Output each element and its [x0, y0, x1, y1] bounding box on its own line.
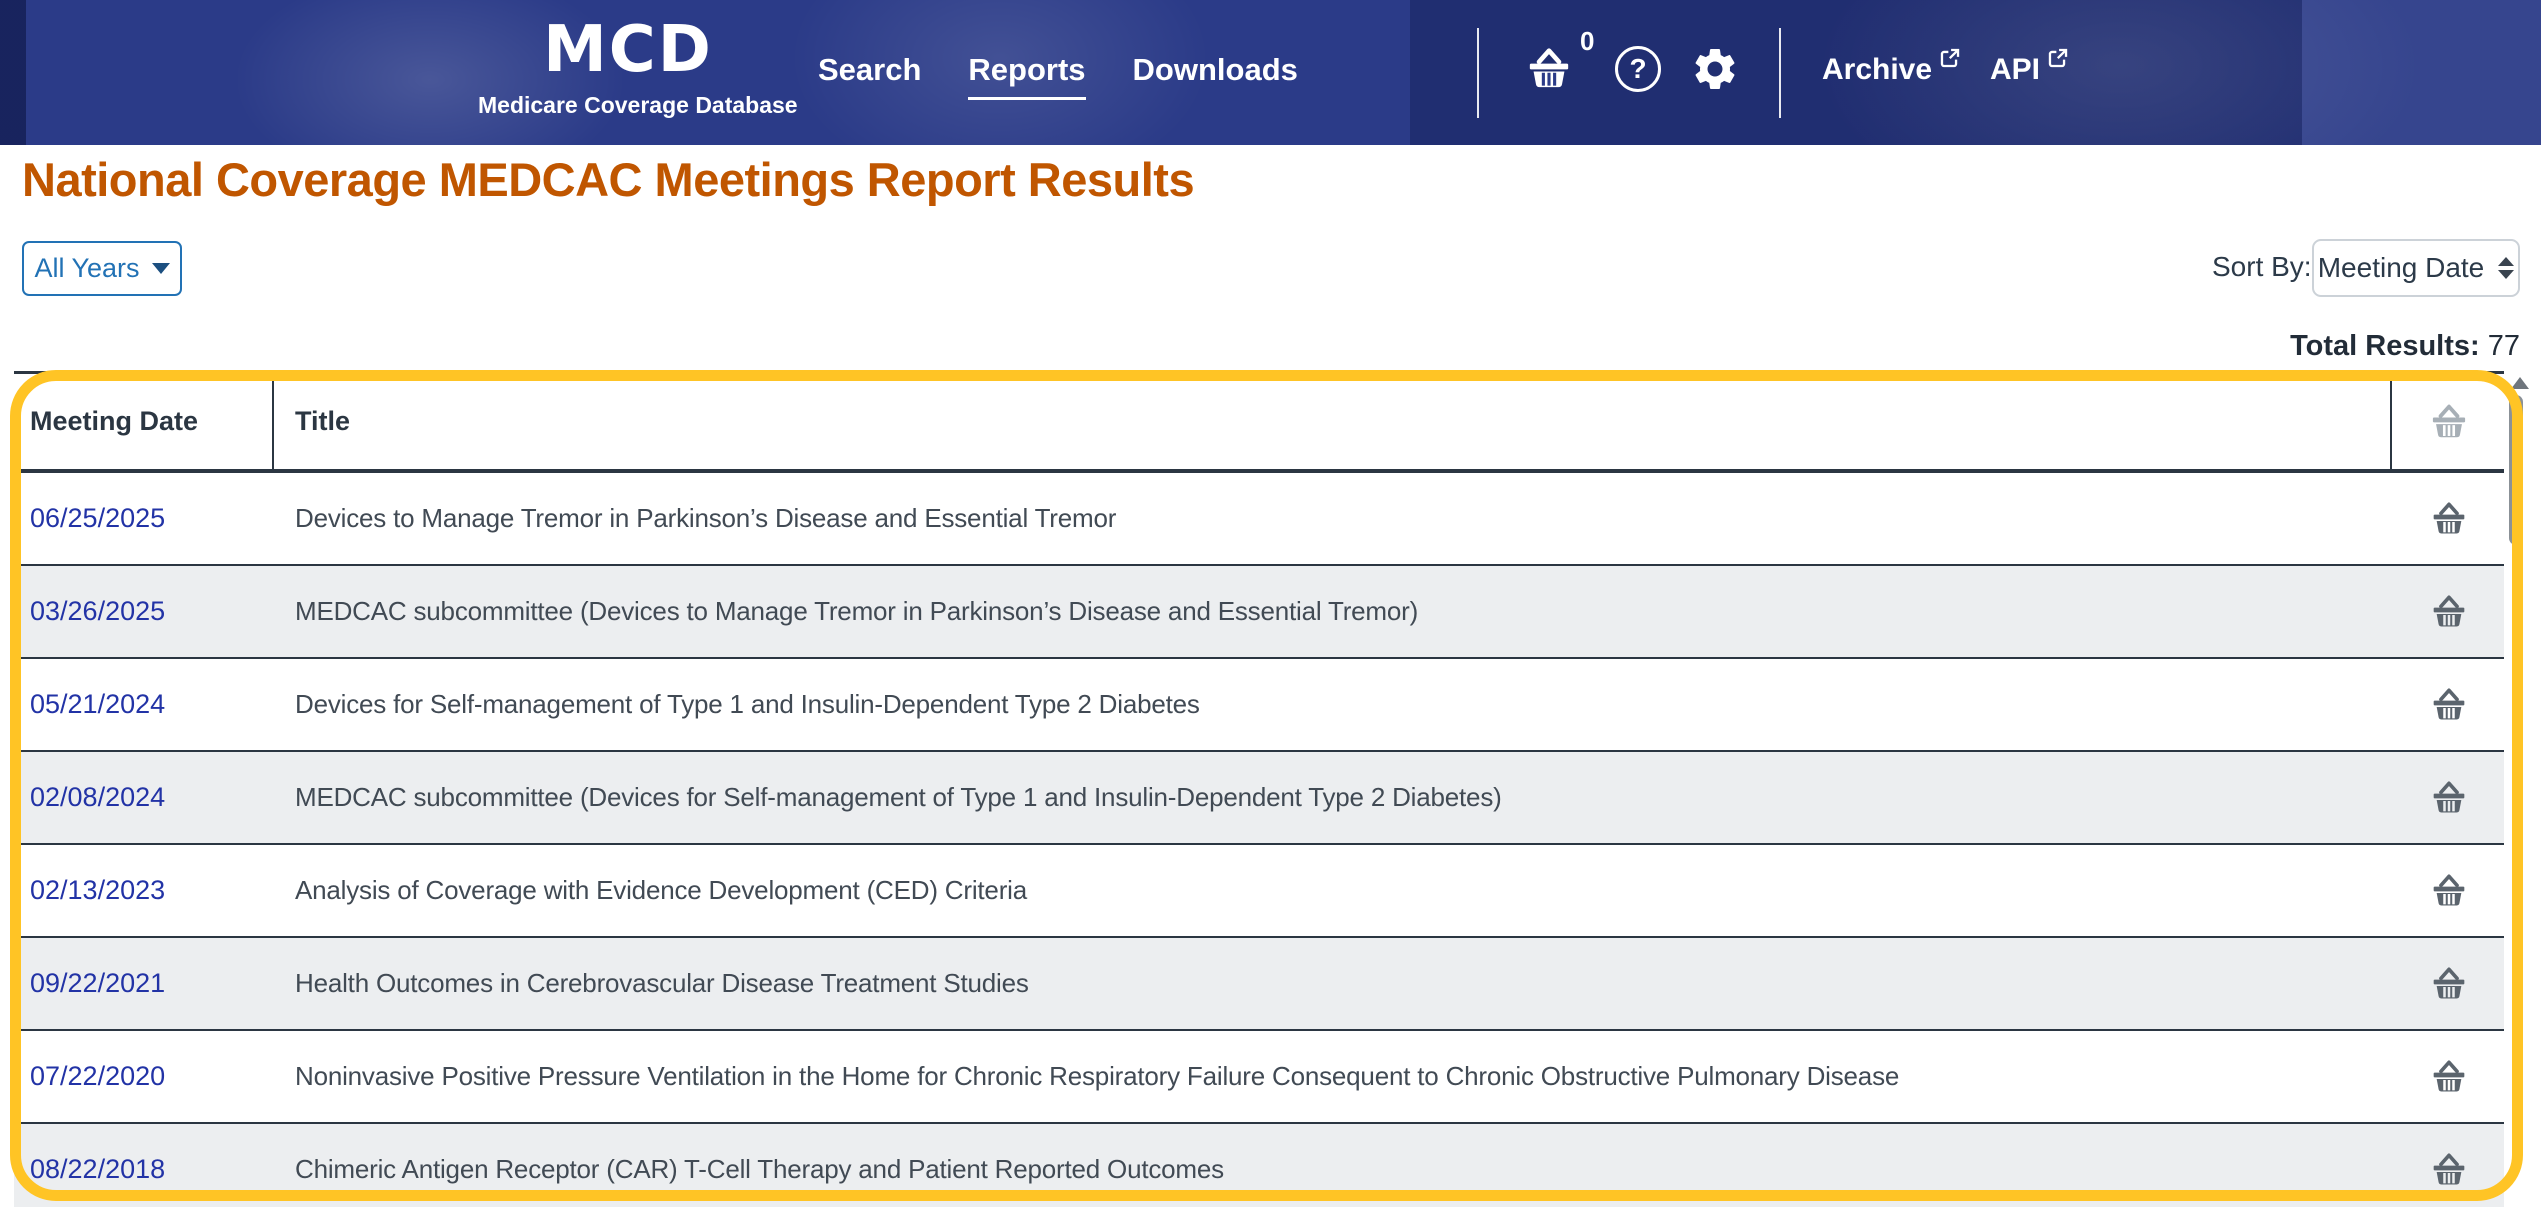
- meeting-date-link[interactable]: 08/22/2018: [30, 1154, 165, 1185]
- title-cell: Health Outcomes in Cerebrovascular Disea…: [274, 938, 2392, 1029]
- top-navbar: MCD Medicare Coverage Database Search Re…: [0, 0, 2541, 145]
- meeting-date-link[interactable]: 09/22/2021: [30, 968, 165, 999]
- sort-by-value: Meeting Date: [2318, 252, 2485, 284]
- column-header-basket[interactable]: [2392, 374, 2505, 469]
- nav-reports[interactable]: Reports: [968, 52, 1085, 100]
- basket-icon: [2429, 964, 2469, 1004]
- table-row: 05/21/2024 Devices for Self-management o…: [14, 659, 2505, 752]
- nav-search[interactable]: Search: [818, 52, 921, 100]
- nav-divider: [1779, 28, 1781, 118]
- meeting-date-link[interactable]: 02/13/2023: [30, 875, 165, 906]
- archive-label: Archive: [1822, 53, 1932, 87]
- basket-icon: [2428, 401, 2470, 443]
- title-cell: MEDCAC subcommittee (Devices for Self-ma…: [274, 752, 2392, 843]
- scroll-up-arrow-icon[interactable]: [2511, 377, 2529, 389]
- basket-icon: [2429, 778, 2469, 818]
- table-header-row: Meeting Date Title: [14, 374, 2505, 473]
- mcd-logo[interactable]: MCD Medicare Coverage Database: [478, 10, 778, 119]
- basket-icon: [2429, 685, 2469, 725]
- meeting-date-cell: 03/26/2025: [14, 566, 274, 657]
- meeting-date-cell: 02/08/2024: [14, 752, 274, 843]
- title-cell: Analysis of Coverage with Evidence Devel…: [274, 845, 2392, 936]
- year-filter-label: All Years: [34, 253, 139, 284]
- help-glyph: ?: [1629, 53, 1646, 85]
- add-to-basket-button[interactable]: [2392, 566, 2505, 657]
- add-to-basket-button[interactable]: [2392, 938, 2505, 1029]
- main-nav: Search Reports Downloads: [818, 52, 1298, 100]
- add-to-basket-button[interactable]: [2392, 845, 2505, 936]
- meeting-date-link[interactable]: 02/08/2024: [30, 782, 165, 813]
- table-row: 03/26/2025 MEDCAC subcommittee (Devices …: [14, 566, 2505, 659]
- meeting-date-cell: 08/22/2018: [14, 1124, 274, 1207]
- year-filter-dropdown[interactable]: All Years: [22, 241, 182, 296]
- title-cell: Devices for Self-management of Type 1 an…: [274, 659, 2392, 750]
- meeting-date-cell: 05/21/2024: [14, 659, 274, 750]
- add-to-basket-button[interactable]: [2392, 1031, 2505, 1122]
- basket-count-badge: 0: [1580, 26, 1594, 57]
- meeting-date-link[interactable]: 07/22/2020: [30, 1061, 165, 1092]
- title-cell: MEDCAC subcommittee (Devices to Manage T…: [274, 566, 2392, 657]
- basket-icon: [2429, 1150, 2469, 1190]
- gear-icon[interactable]: [1690, 44, 1740, 94]
- meeting-date-cell: 09/22/2021: [14, 938, 274, 1029]
- add-to-basket-button[interactable]: [2392, 473, 2505, 564]
- nav-divider: [1477, 28, 1479, 118]
- table-row: 09/22/2021 Health Outcomes in Cerebrovas…: [14, 938, 2505, 1031]
- table-row: 08/22/2018 Chimeric Antigen Receptor (CA…: [14, 1124, 2505, 1207]
- vertical-scrollbar[interactable]: [2504, 371, 2536, 1207]
- basket-icon: [2429, 592, 2469, 632]
- basket-icon: [2429, 499, 2469, 539]
- basket-icon[interactable]: [1524, 44, 1574, 94]
- meeting-date-cell: 02/13/2023: [14, 845, 274, 936]
- api-link[interactable]: API: [1990, 53, 2069, 87]
- sort-by-select[interactable]: Meeting Date: [2312, 239, 2520, 297]
- scrollbar-thumb[interactable]: [2509, 395, 2523, 545]
- chevron-down-icon: [152, 263, 170, 274]
- meeting-date-link[interactable]: 05/21/2024: [30, 689, 165, 720]
- add-to-basket-button[interactable]: [2392, 1124, 2505, 1207]
- page-title: National Coverage MEDCAC Meetings Report…: [22, 152, 1194, 207]
- archive-link[interactable]: Archive: [1822, 53, 1961, 87]
- title-cell: Noninvasive Positive Pressure Ventilatio…: [274, 1031, 2392, 1122]
- help-icon[interactable]: ?: [1615, 46, 1661, 92]
- table-row: 06/25/2025 Devices to Manage Tremor in P…: [14, 473, 2505, 566]
- column-header-meeting-date[interactable]: Meeting Date: [14, 374, 274, 469]
- title-cell: Devices to Manage Tremor in Parkinson’s …: [274, 473, 2392, 564]
- nav-downloads[interactable]: Downloads: [1133, 52, 1298, 100]
- column-header-title[interactable]: Title: [274, 374, 2392, 469]
- logo-title: MCD: [478, 10, 778, 90]
- sort-by-label: Sort By:: [2212, 251, 2312, 283]
- results-table: Meeting Date Title 06/25/2025 Devices to…: [14, 371, 2505, 1207]
- meeting-date-link[interactable]: 06/25/2025: [30, 503, 165, 534]
- sort-arrows-icon: [2498, 257, 2514, 279]
- table-body: 06/25/2025 Devices to Manage Tremor in P…: [14, 473, 2505, 1207]
- total-results: Total Results: 77: [2290, 330, 2520, 363]
- api-label: API: [1990, 53, 2040, 87]
- meeting-date-link[interactable]: 03/26/2025: [30, 596, 165, 627]
- logo-subtitle: Medicare Coverage Database: [478, 92, 778, 119]
- table-row: 07/22/2020 Noninvasive Positive Pressure…: [14, 1031, 2505, 1124]
- meeting-date-cell: 07/22/2020: [14, 1031, 274, 1122]
- basket-icon: [2429, 1057, 2469, 1097]
- table-row: 02/13/2023 Analysis of Coverage with Evi…: [14, 845, 2505, 938]
- total-results-value: 77: [2488, 330, 2520, 362]
- external-link-icon: [2047, 47, 2069, 69]
- external-link-icon: [1939, 47, 1961, 69]
- add-to-basket-button[interactable]: [2392, 659, 2505, 750]
- add-to-basket-button[interactable]: [2392, 752, 2505, 843]
- total-results-label: Total Results:: [2290, 330, 2480, 362]
- meeting-date-cell: 06/25/2025: [14, 473, 274, 564]
- table-row: 02/08/2024 MEDCAC subcommittee (Devices …: [14, 752, 2505, 845]
- title-cell: Chimeric Antigen Receptor (CAR) T-Cell T…: [274, 1124, 2392, 1207]
- basket-icon: [2429, 871, 2469, 911]
